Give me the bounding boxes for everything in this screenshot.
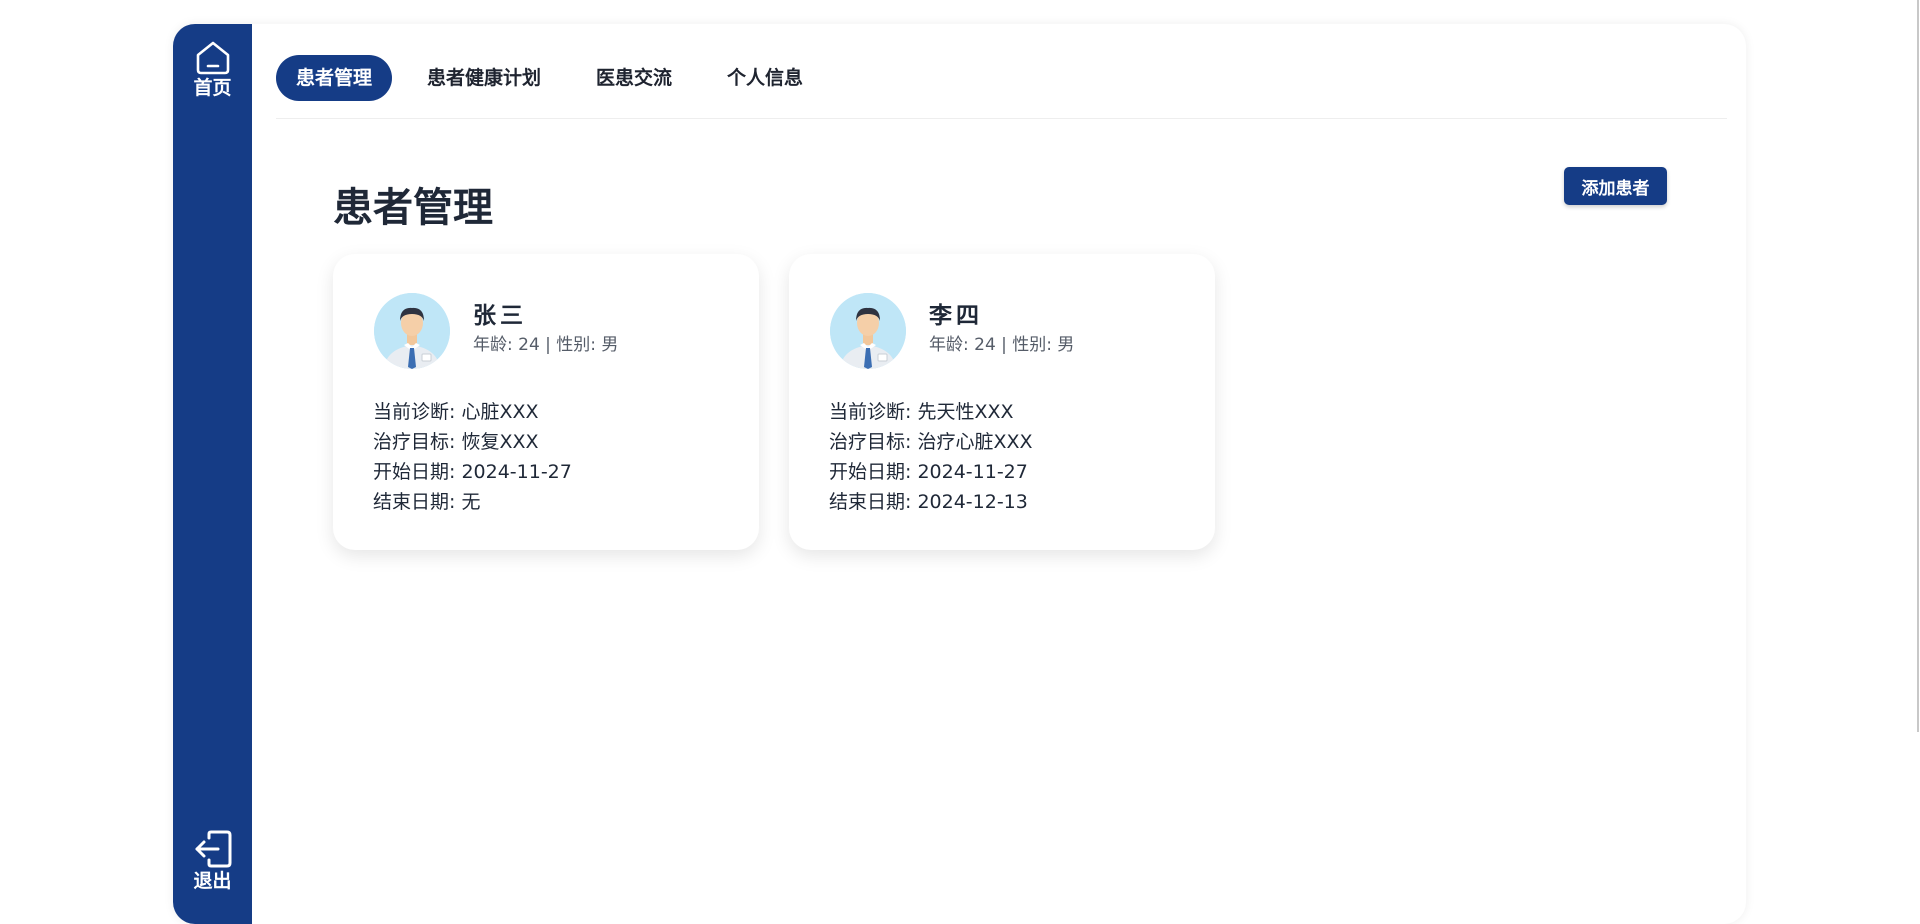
tab-personal-info[interactable]: 个人信息 <box>707 55 823 101</box>
page-title: 患者管理 <box>333 185 493 231</box>
logout-button[interactable]: 退出 <box>173 830 252 892</box>
patient-card[interactable]: 张三 年龄: 24 | 性别: 男 当前诊断: 心脏XXX 治疗目标: 恢复XX… <box>333 254 759 550</box>
app-frame: 首页 退出 患者管理 患者健康计划 医患交流 个人信息 患者管理 添加患者 张三… <box>173 24 1746 924</box>
home-button[interactable]: 首页 <box>173 39 252 99</box>
diagnosis-text: 当前诊断: 先天性XXX <box>829 401 1014 423</box>
patient-age-gender: 年龄: 24 | 性别: 男 <box>929 335 1075 355</box>
tab-patient-health-plan[interactable]: 患者健康计划 <box>407 55 561 101</box>
patient-details: 当前诊断: 先天性XXX 治疗目标: 治疗心脏XXX 开始日期: 2024-11… <box>829 397 1033 517</box>
page-scrollbar[interactable] <box>1917 0 1919 732</box>
avatar <box>830 293 906 369</box>
logout-icon <box>195 830 231 868</box>
end-date-text: 结束日期: 无 <box>373 491 481 513</box>
avatar <box>374 293 450 369</box>
top-navigation: 患者管理 患者健康计划 医患交流 个人信息 <box>276 55 838 101</box>
logout-label: 退出 <box>193 870 232 892</box>
nav-divider <box>276 118 1727 119</box>
start-date-text: 开始日期: 2024-11-27 <box>829 461 1028 483</box>
sidebar: 首页 退出 <box>173 24 252 924</box>
patient-details: 当前诊断: 心脏XXX 治疗目标: 恢复XXX 开始日期: 2024-11-27… <box>373 397 572 517</box>
tab-doctor-patient-chat[interactable]: 医患交流 <box>576 55 692 101</box>
patient-name: 李四 <box>929 303 983 329</box>
add-patient-button[interactable]: 添加患者 <box>1564 167 1667 205</box>
home-icon <box>196 41 229 75</box>
diagnosis-text: 当前诊断: 心脏XXX <box>373 401 539 423</box>
doctor-avatar-icon <box>374 293 450 369</box>
patient-card[interactable]: 李四 年龄: 24 | 性别: 男 当前诊断: 先天性XXX 治疗目标: 治疗心… <box>789 254 1215 550</box>
doctor-avatar-icon <box>830 293 906 369</box>
patient-age-gender: 年龄: 24 | 性别: 男 <box>473 335 619 355</box>
start-date-text: 开始日期: 2024-11-27 <box>373 461 572 483</box>
end-date-text: 结束日期: 2024-12-13 <box>829 491 1028 513</box>
home-label: 首页 <box>193 77 232 99</box>
goal-text: 治疗目标: 治疗心脏XXX <box>829 431 1033 453</box>
goal-text: 治疗目标: 恢复XXX <box>373 431 539 453</box>
patient-name: 张三 <box>473 303 527 329</box>
tab-patient-management[interactable]: 患者管理 <box>276 55 393 101</box>
